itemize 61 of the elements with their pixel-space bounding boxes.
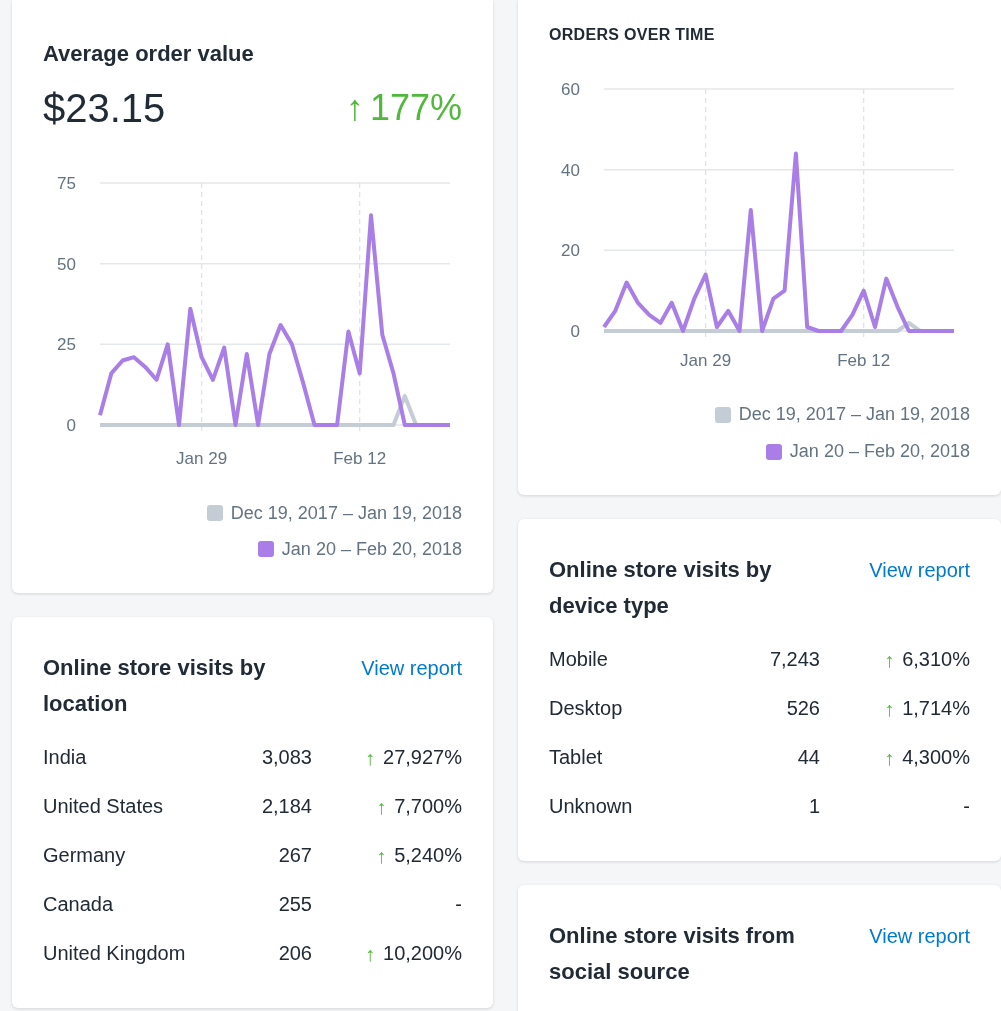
row-label: Tablet <box>549 746 604 769</box>
axis-label: 25 <box>57 335 76 355</box>
axis-label: Feb 12 <box>837 351 891 370</box>
change-percent: 6,310% <box>902 648 970 671</box>
legend-label: Jan 20 – Feb 20, 2018 <box>281 538 462 560</box>
change-percent: 4,300% <box>902 746 970 769</box>
row-label: United Kingdom <box>43 942 187 965</box>
change-percent: - <box>455 893 462 916</box>
axis-label: 75 <box>57 174 76 193</box>
axis-label: 50 <box>57 254 76 274</box>
visit-count: 2,184 <box>260 795 312 818</box>
row-label: United States <box>43 795 165 818</box>
legend-label: Jan 20 – Feb 20, 2018 <box>789 441 970 462</box>
axis-label: Feb 12 <box>333 449 387 468</box>
row-label: Germany <box>43 844 127 867</box>
card-title: Online store visits by device type <box>549 556 773 620</box>
change-percent: 7,700% <box>394 795 462 818</box>
visit-count: 44 <box>796 746 820 769</box>
row-label: India <box>43 746 88 769</box>
axis-label: Jan 29 <box>176 449 228 468</box>
change-percent: 1,714% <box>902 697 970 720</box>
change-percent: 5,240% <box>394 844 462 867</box>
visit-count: 1 <box>807 795 820 818</box>
card-title: Online store visits by location <box>43 654 267 718</box>
axis-label: 60 <box>561 80 580 99</box>
visit-count: 255 <box>277 893 312 916</box>
change-percent: 177% <box>369 87 462 129</box>
visit-count: 267 <box>277 844 312 867</box>
card-title: Average order value <box>43 40 255 68</box>
axis-label: 0 <box>66 416 76 435</box>
row-label: Mobile <box>549 648 609 671</box>
axis-label: 0 <box>570 322 580 341</box>
metric-value: $23.15 <box>43 85 166 132</box>
arrow-icon: ↑ <box>884 747 895 768</box>
change-percent: - <box>963 795 970 818</box>
visit-count: 3,083 <box>260 746 312 769</box>
arrow-icon: ↑ <box>365 747 376 768</box>
view-report-link[interactable]: View report <box>869 918 970 954</box>
arrow-icon: ↑ <box>376 796 387 817</box>
row-label: Canada <box>43 893 115 916</box>
arrow-icon: ↑ <box>884 698 895 719</box>
row-label: Desktop <box>549 697 624 720</box>
card-title: ORDERS OVER TIME <box>549 25 716 45</box>
view-report-link[interactable]: View report <box>361 650 462 686</box>
change-percent: 27,927% <box>383 746 462 769</box>
visit-count: 526 <box>785 697 820 720</box>
view-report-link[interactable]: View report <box>869 552 970 588</box>
arrow-icon: ↑ <box>345 90 364 126</box>
legend-label: Dec 19, 2017 – Jan 19, 2018 <box>738 404 970 425</box>
change-percent: 10,200% <box>383 942 462 965</box>
card-title: Online store visits from social source <box>549 922 796 986</box>
visit-count: 206 <box>277 942 312 965</box>
axis-label: 20 <box>561 241 580 261</box>
arrow-icon: ↑ <box>884 649 895 670</box>
arrow-icon: ↑ <box>376 845 387 866</box>
arrow-icon: ↑ <box>365 943 376 964</box>
row-label: Unknown <box>549 795 634 818</box>
axis-label: 40 <box>561 160 580 180</box>
visit-count: 7,243 <box>768 648 820 671</box>
axis-label: Jan 29 <box>680 351 732 370</box>
legend-label: Dec 19, 2017 – Jan 19, 2018 <box>230 502 462 524</box>
